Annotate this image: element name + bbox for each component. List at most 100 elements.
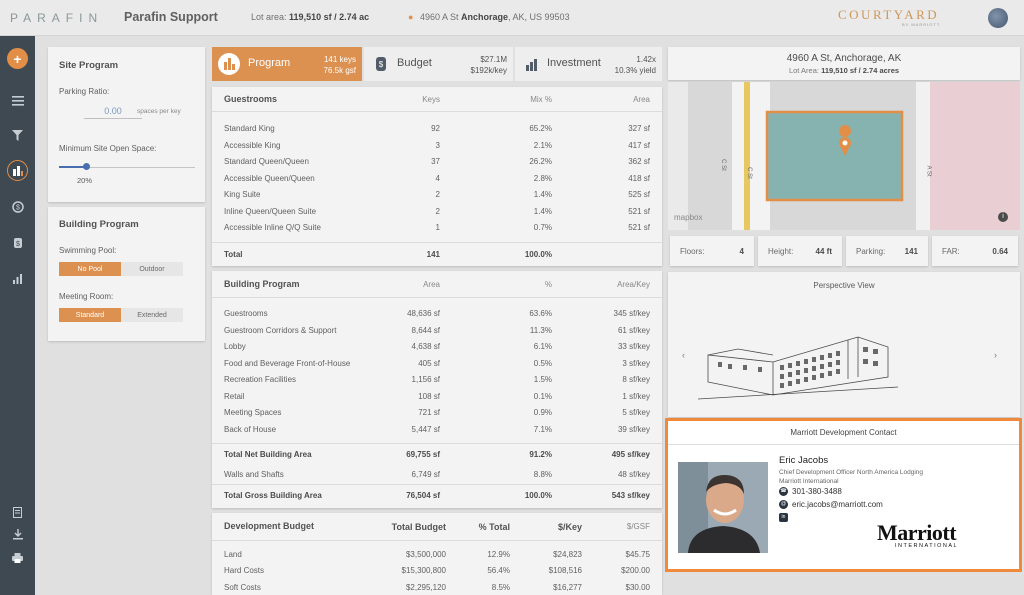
next-view-icon[interactable]: ›: [994, 350, 997, 360]
table-cell: 521 sf: [628, 223, 650, 232]
open-space-label: Minimum Site Open Space:: [59, 144, 157, 153]
table-cell: Food and Beverage Front-of-House: [224, 358, 351, 368]
table-cell: 2: [435, 206, 440, 216]
table-cell: Standard Queen/Queen: [224, 157, 309, 166]
app-name: Parafin Support: [124, 10, 218, 24]
top-bar: PARAFIN Parafin Support Lot area: 119,51…: [0, 0, 1024, 36]
program-icon[interactable]: [7, 160, 28, 181]
stat-value: 0.64: [992, 247, 1008, 256]
table-cell: Accessible King: [224, 140, 281, 150]
meeting-room-label: Meeting Room:: [59, 292, 114, 301]
contact-email[interactable]: eric.jacobs@marriott.com: [792, 500, 883, 509]
investment-icon[interactable]: $: [7, 232, 28, 253]
table-row: Guestrooms 48,636 sf 63.6% 345 sf/key: [212, 306, 662, 322]
contact-phone-line[interactable]: ☎ 301-380-3488: [779, 487, 842, 496]
table-cell: 33 sf/key: [617, 342, 650, 351]
table-cell: 418 sf: [628, 173, 650, 183]
parking-ratio-input[interactable]: 0.00: [84, 104, 142, 119]
table-cell: 1.4%: [533, 206, 552, 216]
pool-option-no-pool[interactable]: No Pool: [59, 262, 121, 276]
table-cell: Accessible Queen/Queen: [224, 173, 315, 183]
table-cell: $16,277: [553, 582, 582, 592]
table-row: Retail 108 sf 0.1% 1 sf/key: [212, 389, 662, 405]
stat-label: FAR:: [942, 247, 960, 256]
site-address: ● 4960 A St Anchorage, AK, US 99503: [408, 12, 570, 22]
contact-linkedin-line[interactable]: in: [779, 513, 792, 522]
building-program-title: Building Program: [224, 279, 300, 289]
contact-popup-title: Marriott Development Contact: [668, 421, 1019, 445]
previous-view-icon[interactable]: ‹: [682, 350, 685, 360]
contact-phone[interactable]: 301-380-3488: [792, 487, 842, 496]
site-program-card: Site Program Parking Ratio: 0.00 spaces …: [48, 47, 205, 202]
table-cell: $200.00: [621, 566, 650, 576]
linkedin-icon[interactable]: in: [779, 513, 788, 522]
site-lot-area-value: 119,510 sf / 2.74 acres: [821, 66, 900, 75]
table-row: Lobby 4,638 sf 6.1% 33 sf/key: [212, 339, 662, 355]
table-cell: 48,636 sf: [407, 309, 440, 318]
open-space-slider-thumb[interactable]: [82, 163, 90, 170]
contact-email-line[interactable]: @ eric.jacobs@marriott.com: [779, 500, 883, 509]
development-budget-table: Development Budget Total Budget % Total …: [212, 513, 662, 595]
download-icon[interactable]: [7, 524, 28, 545]
table-cell: 12.9%: [487, 550, 510, 559]
building-program-card: Building Program Swimming Pool: No Pool …: [48, 207, 205, 341]
table-cell: 65.2%: [529, 124, 552, 133]
parking-ratio-unit: spaces per key: [137, 108, 181, 115]
info-icon[interactable]: i: [998, 212, 1008, 222]
tab-budget-label: Budget: [397, 57, 432, 69]
program-icon: [218, 53, 240, 75]
table-cell: 56.4%: [487, 566, 510, 576]
walls-shafts-row: Walls and Shafts 6,749 sf 8.8% 48 sf/key: [212, 467, 662, 483]
table-cell: 92: [431, 124, 440, 133]
report-icon[interactable]: [7, 502, 28, 523]
table-cell: 0.1%: [533, 391, 552, 401]
add-icon[interactable]: +: [7, 48, 28, 69]
budget-icon[interactable]: $: [7, 196, 28, 217]
table-cell: Walls and Shafts: [224, 470, 284, 479]
contact-title: Chief Development Officer North America …: [779, 469, 924, 476]
building-sketch-image: [698, 336, 898, 400]
gross-area-row: Total Gross Building Area 76,504 sf 100.…: [212, 488, 662, 504]
user-avatar[interactable]: [988, 8, 1008, 28]
phone-icon: ☎: [779, 487, 788, 496]
pool-option-outdoor[interactable]: Outdoor: [121, 262, 183, 276]
site-map[interactable]: C St C St A St mapbox i: [668, 82, 1020, 230]
table-cell: 327 sf: [628, 124, 650, 133]
table-cell: $108,516: [548, 566, 582, 576]
contact-photo: [678, 462, 768, 553]
table-row: Inline Queen/Queen Suite 2 1.4% 521 sf: [212, 204, 662, 220]
street-label: C St: [719, 159, 726, 171]
table-cell: 8.5%: [491, 582, 510, 592]
mapbox-attribution[interactable]: mapbox: [674, 213, 702, 222]
marriott-logo-sub: INTERNATIONAL: [895, 543, 959, 549]
table-cell: 417 sf: [628, 140, 650, 150]
table-cell: 2.8%: [533, 173, 552, 183]
site-address-title: 4960 A St, Anchorage, AK: [786, 53, 902, 64]
address-rest: , AK, US 99503: [508, 12, 570, 22]
meeting-option-standard[interactable]: Standard: [59, 308, 121, 322]
tab-program[interactable]: Program 141 keys 76.5k gsf: [212, 47, 362, 81]
list-icon[interactable]: [7, 90, 28, 111]
table-row: Accessible Queen/Queen 4 2.8% 418 sf: [212, 171, 662, 187]
app-logo[interactable]: PARAFIN: [10, 11, 103, 25]
meeting-option-extended[interactable]: Extended: [121, 308, 183, 322]
table-cell: Guestrooms: [224, 309, 268, 318]
print-icon[interactable]: [7, 547, 28, 568]
svg-text:$: $: [16, 241, 20, 248]
table-cell: Total: [224, 250, 243, 259]
tab-budget[interactable]: $ Budget $27.1M $192k/key: [364, 47, 513, 81]
tab-investment-values: 1.42x 10.3% yield: [615, 54, 656, 76]
table-cell: 0.9%: [533, 408, 552, 417]
per-gsf-header: $/GSF: [626, 522, 650, 531]
tab-investment[interactable]: Investment 1.42x 10.3% yield: [515, 47, 662, 81]
mix-header: Mix %: [530, 95, 552, 104]
perspective-view-card: Perspective View ‹ ›: [668, 272, 1020, 417]
table-cell: $30.00: [625, 582, 650, 592]
table-cell: 7.1%: [533, 424, 552, 434]
table-cell: 1.4%: [533, 190, 552, 199]
chart-icon[interactable]: [7, 268, 28, 289]
contact-popup: Marriott Development Contact Eric Jacobs…: [665, 418, 1022, 572]
table-cell: Guestroom Corridors & Support: [224, 325, 337, 335]
filter-icon[interactable]: [7, 125, 28, 146]
table-cell: 1 sf/key: [622, 391, 650, 401]
